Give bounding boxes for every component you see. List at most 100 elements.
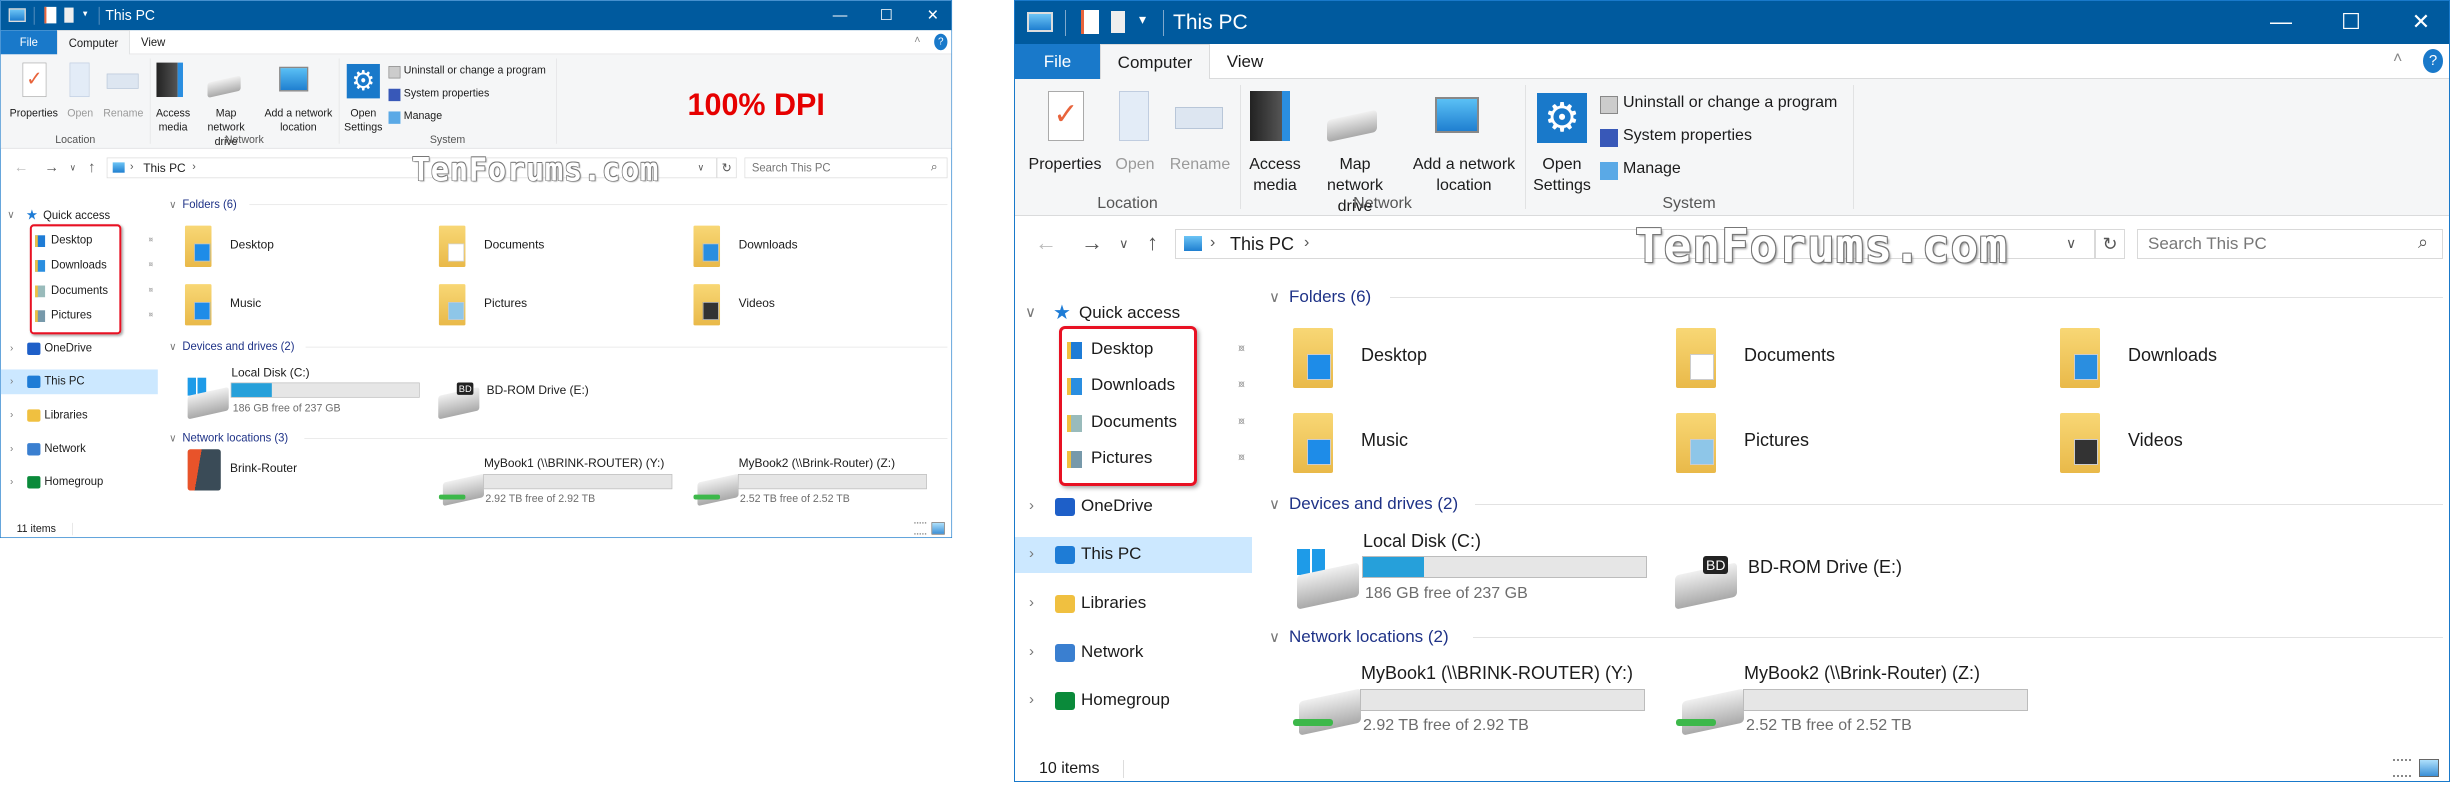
refresh-button[interactable]: ↻ <box>2095 229 2125 259</box>
nav-item-network[interactable]: Network <box>1081 642 1143 662</box>
nav-item-this-pc[interactable]: This PC <box>1081 544 1141 564</box>
folder-videos[interactable]: Videos <box>739 296 775 310</box>
details-view-button[interactable] <box>2393 759 2411 777</box>
network-header[interactable]: Network locations (3) <box>182 431 288 445</box>
tab-file[interactable]: File <box>1015 44 1100 79</box>
folder-desktop[interactable]: Desktop <box>230 237 274 251</box>
rename-button[interactable]: Rename <box>100 106 146 120</box>
address-dropdown-icon[interactable]: ∨ <box>697 162 704 174</box>
collapse-ribbon-icon[interactable]: ˄ <box>2393 50 2402 68</box>
open-settings-button[interactable]: Open Settings <box>1530 154 1594 196</box>
nav-item-this-pc[interactable]: This PC <box>44 374 84 388</box>
folder-pictures[interactable]: Pictures <box>484 296 527 310</box>
section-collapse-chevron[interactable]: ∨ <box>169 341 176 353</box>
section-collapse-chevron[interactable]: ∨ <box>1269 495 1280 513</box>
properties-button[interactable]: Properties <box>7 106 60 120</box>
customize-toolbar-icon[interactable]: ▾ <box>83 8 88 20</box>
nav-item-network[interactable]: Network <box>44 442 85 456</box>
tab-file[interactable]: File <box>0 30 58 55</box>
section-collapse-chevron[interactable]: ∨ <box>1269 628 1280 646</box>
manage-button[interactable]: Manage <box>1623 160 1681 178</box>
up-button[interactable]: ↑ <box>88 158 95 176</box>
nav-item-libraries[interactable]: Libraries <box>44 408 87 422</box>
local-disk-name[interactable]: Local Disk (C:) <box>231 365 309 379</box>
bd-rom-drive[interactable]: BD-ROM Drive (E:) <box>487 383 589 397</box>
nav-chevron[interactable]: › <box>1029 545 1034 562</box>
recent-locations-button[interactable]: ∨ <box>1119 236 1129 252</box>
search-box[interactable]: Search This PC ⌕ <box>2137 229 2443 259</box>
quick-access-chevron[interactable]: ∨ <box>1025 303 1036 321</box>
address-dropdown-icon[interactable]: ∨ <box>2066 235 2076 252</box>
maximize-button[interactable]: ☐ <box>873 6 900 24</box>
folder-music[interactable]: Music <box>230 296 261 310</box>
details-view-button[interactable] <box>914 522 927 535</box>
network-drive-name[interactable]: MyBook2 (\\Brink-Router) (Z:) <box>739 456 895 470</box>
network-drive-name[interactable]: MyBook1 (\\BRINK-ROUTER) (Y:) <box>1361 663 1633 684</box>
new-folder-quick-icon[interactable] <box>1111 11 1125 33</box>
nav-chevron[interactable]: › <box>10 342 13 354</box>
bd-rom-drive[interactable]: BD-ROM Drive (E:) <box>1748 557 1902 578</box>
local-disk-name[interactable]: Local Disk (C:) <box>1363 531 1481 552</box>
breadcrumb-this-pc[interactable]: This PC <box>143 161 185 175</box>
nav-chevron[interactable]: › <box>10 375 13 387</box>
tab-view[interactable]: View <box>133 30 173 54</box>
section-collapse-chevron[interactable]: ∨ <box>169 432 176 445</box>
back-button[interactable]: ← <box>14 158 29 176</box>
breadcrumb-this-pc[interactable]: This PC <box>1230 234 1294 255</box>
add-network-location-button[interactable]: Add a network location <box>261 106 335 135</box>
folder-downloads[interactable]: Downloads <box>2128 345 2217 366</box>
add-network-location-button[interactable]: Add a network location <box>1408 154 1520 196</box>
folder-desktop[interactable]: Desktop <box>1361 345 1427 366</box>
help-icon[interactable]: ? <box>2423 49 2443 73</box>
system-properties-button[interactable]: System properties <box>1623 127 1752 145</box>
nav-item-libraries[interactable]: Libraries <box>1081 593 1146 613</box>
folder-pictures[interactable]: Pictures <box>1744 430 1809 451</box>
folder-music[interactable]: Music <box>1361 430 1408 451</box>
properties-quick-icon[interactable] <box>1081 10 1099 34</box>
nav-item-homegroup[interactable]: Homegroup <box>1081 690 1170 710</box>
new-folder-quick-icon[interactable] <box>64 7 74 23</box>
section-collapse-chevron[interactable]: ∨ <box>169 198 176 211</box>
forward-button[interactable]: → <box>1081 230 1103 256</box>
close-button[interactable]: ✕ <box>2401 9 2441 35</box>
tab-view[interactable]: View <box>1215 44 1275 79</box>
access-media-button[interactable]: Access media <box>1245 154 1305 196</box>
settings-gear-icon[interactable]: ⚙ <box>1537 93 1587 143</box>
forward-button[interactable]: → <box>44 158 59 176</box>
folder-documents[interactable]: Documents <box>484 237 544 251</box>
folders-header[interactable]: Folders (6) <box>1289 287 1371 307</box>
refresh-button[interactable]: ↻ <box>716 157 737 179</box>
network-drive-name[interactable]: MyBook2 (\\Brink-Router) (Z:) <box>1744 663 1980 684</box>
open-settings-button[interactable]: Open Settings <box>342 106 384 135</box>
folder-videos[interactable]: Videos <box>2128 430 2183 451</box>
collapse-ribbon-icon[interactable]: ˄ <box>914 34 920 46</box>
devices-header[interactable]: Devices and drives (2) <box>1289 494 1458 514</box>
back-button[interactable]: ← <box>1035 230 1057 256</box>
section-collapse-chevron[interactable]: ∨ <box>1269 288 1280 306</box>
folders-header[interactable]: Folders (6) <box>182 197 236 211</box>
rename-button[interactable]: Rename <box>1165 154 1235 175</box>
recent-locations-button[interactable]: ∨ <box>70 162 76 173</box>
open-button[interactable]: Open <box>1110 154 1160 175</box>
quick-access-chevron[interactable]: ∨ <box>7 208 14 221</box>
nav-quick-access[interactable]: Quick access <box>1079 303 1180 323</box>
nav-item-homegroup[interactable]: Homegroup <box>44 475 103 489</box>
network-drive-name[interactable]: MyBook1 (\\BRINK-ROUTER) (Y:) <box>484 456 664 470</box>
network-header[interactable]: Network locations (2) <box>1289 627 1449 647</box>
large-icons-view-button[interactable] <box>2419 759 2439 777</box>
nav-chevron[interactable]: › <box>1029 691 1034 708</box>
maximize-button[interactable]: ☐ <box>2331 9 2371 35</box>
search-box[interactable]: Search This PC ⌕ <box>744 157 948 179</box>
devices-header[interactable]: Devices and drives (2) <box>182 340 294 354</box>
close-button[interactable]: ✕ <box>920 6 947 24</box>
nav-chevron[interactable]: › <box>10 442 13 454</box>
minimize-button[interactable]: — <box>827 6 854 24</box>
tab-computer[interactable]: Computer <box>1100 44 1210 80</box>
folder-documents[interactable]: Documents <box>1744 345 1835 366</box>
up-button[interactable]: ↑ <box>1147 230 1158 256</box>
open-button[interactable]: Open <box>64 106 97 120</box>
manage-button[interactable]: Manage <box>404 110 442 122</box>
nav-chevron[interactable]: › <box>10 409 13 421</box>
uninstall-program-button[interactable]: Uninstall or change a program <box>1623 94 1837 112</box>
properties-quick-icon[interactable] <box>44 6 57 24</box>
